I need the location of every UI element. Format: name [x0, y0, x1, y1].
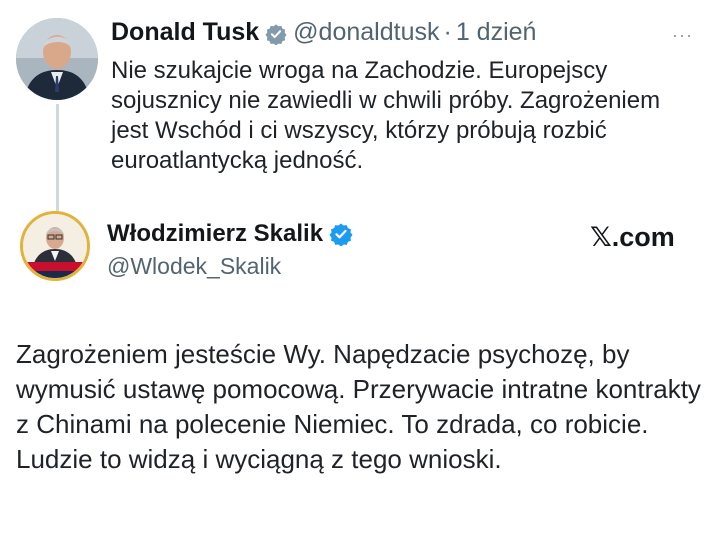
- author-handle[interactable]: @donaldtusk: [293, 16, 439, 48]
- author-handle[interactable]: @Wlodek_Skalik: [107, 251, 281, 281]
- reply-tweet-header: Włodzimierz Skalik: [107, 218, 353, 250]
- verified-blue-icon: [329, 222, 353, 247]
- timestamp[interactable]: 1 dzień: [456, 16, 537, 48]
- avatar-wlodzimierz-skalik[interactable]: [20, 211, 90, 281]
- author-name[interactable]: Donald Tusk: [111, 16, 259, 48]
- x-com-watermark: 𝕏.com: [590, 222, 675, 252]
- quoted-tweet[interactable]: Donald Tusk @donaldtusk · 1 dzień ··· Ni…: [0, 0, 718, 212]
- quoted-tweet-header: Donald Tusk @donaldtusk · 1 dzień: [111, 16, 536, 48]
- more-icon[interactable]: ···: [672, 25, 693, 46]
- avatar-portrait: [23, 214, 87, 278]
- author-name[interactable]: Włodzimierz Skalik: [107, 218, 323, 250]
- reply-tweet-text: Zagrożeniem jesteście Wy. Napędzacie psy…: [16, 339, 701, 474]
- separator: ·: [443, 18, 452, 46]
- avatar-portrait: [16, 18, 98, 100]
- quoted-tweet-text: Nie szukajcie wroga na Zachodzie. Europe…: [111, 57, 661, 174]
- avatar-donald-tusk[interactable]: [16, 18, 98, 100]
- thread-connector-line: [56, 104, 59, 212]
- verified-gray-icon: [265, 21, 287, 46]
